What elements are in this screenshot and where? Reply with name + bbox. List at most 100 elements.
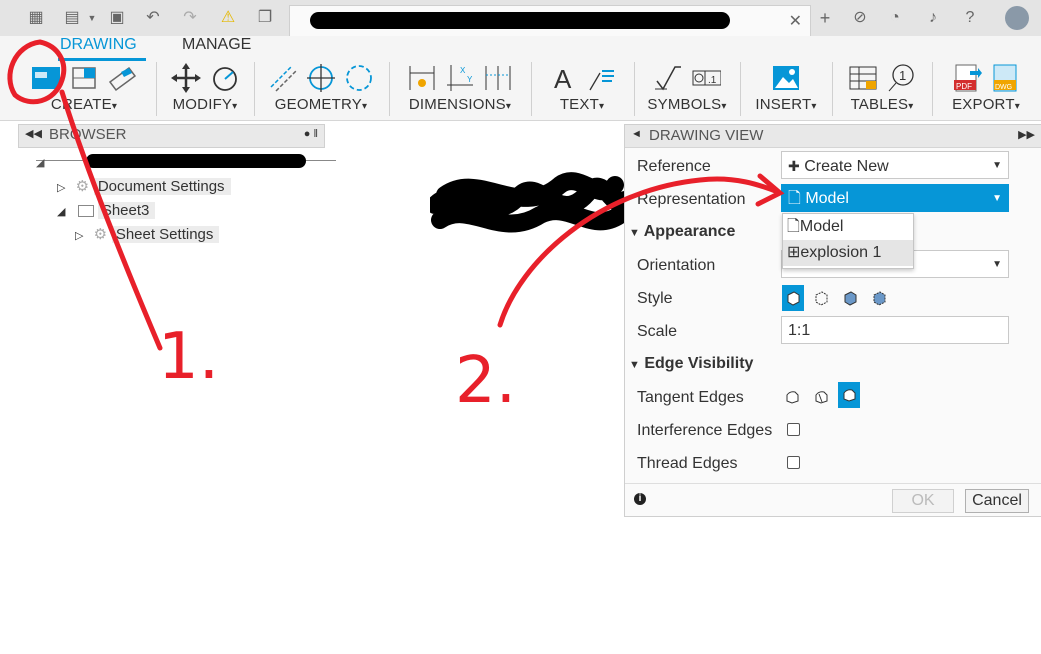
cancel-button[interactable]: Cancel: [965, 489, 1029, 513]
style-shaded-hidden-edges-icon[interactable]: [869, 287, 889, 309]
plus-icon: ✚: [788, 158, 800, 174]
drawing-view-panel: ◄ DRAWING VIEW ▶▶ Reference ✚ Create New…: [624, 124, 1041, 517]
ordinate-dimension-icon[interactable]: XY: [445, 63, 475, 93]
chevron-down-icon: ▾: [111, 101, 118, 112]
edge-visibility-section[interactable]: ▼ Edge Visibility: [629, 355, 753, 373]
svg-text:Y: Y: [467, 75, 473, 84]
svg-text:PDF: PDF: [956, 82, 972, 91]
user-avatar[interactable]: [1005, 6, 1029, 30]
group-modify[interactable]: MODIFY▾: [160, 60, 250, 118]
representation-label: Representation: [637, 191, 746, 208]
style-visible-edges-icon[interactable]: [782, 285, 804, 311]
model-icon: 🗋: [788, 190, 801, 207]
expand-triangle-icon[interactable]: ▷: [75, 230, 83, 242]
info-icon[interactable]: i: [634, 493, 646, 505]
leader-icon[interactable]: [586, 63, 616, 93]
expand-triangle-icon[interactable]: ▷: [57, 182, 65, 194]
group-insert[interactable]: INSERT▾: [744, 60, 828, 118]
scale-input[interactable]: 1:1: [781, 316, 1009, 344]
section-view-icon[interactable]: [107, 63, 137, 93]
document-tab[interactable]: ✕: [289, 5, 811, 37]
move-icon[interactable]: [171, 63, 201, 93]
option-model[interactable]: 🗋Model: [783, 214, 913, 240]
chevron-down-icon: ▾: [1014, 101, 1020, 112]
tangent-full-icon[interactable]: [811, 386, 831, 408]
collapse-left-icon[interactable]: ◀◀: [25, 127, 42, 140]
gear-icon: ⚙: [75, 178, 90, 195]
option-explosion-1[interactable]: ⊞explosion 1: [783, 240, 913, 266]
appearance-label: Appearance: [643, 223, 736, 240]
tree-item-sheet3[interactable]: ◢ Sheet3: [57, 201, 156, 221]
extensions-icon[interactable]: ⊘: [850, 8, 870, 28]
close-icon[interactable]: ✕: [789, 11, 802, 31]
export-pdf-icon[interactable]: PDF: [952, 63, 982, 93]
feature-control-frame-icon[interactable]: .1: [691, 63, 721, 93]
browser-header[interactable]: ◀◀ BROWSER ● ‖: [18, 124, 325, 148]
representation-dropdown[interactable]: 🗋 Model ▼: [781, 184, 1009, 212]
group-export[interactable]: PDF DWG EXPORT▾: [936, 60, 1036, 118]
group-tables[interactable]: 1 TABLES▾: [836, 60, 928, 118]
group-create[interactable]: CREATE▾: [16, 60, 152, 118]
file-icon[interactable]: ▤: [62, 8, 82, 28]
appearance-section[interactable]: ▼ Appearance: [629, 223, 735, 241]
insert-image-icon[interactable]: [771, 63, 801, 93]
collapse-triangle-icon[interactable]: ◢: [57, 206, 65, 218]
group-label: SYMBOLS: [647, 96, 722, 113]
warning-icon[interactable]: ⚠: [218, 8, 238, 28]
thread-edges-checkbox[interactable]: [787, 456, 800, 469]
save-icon[interactable]: ▣: [107, 8, 127, 28]
tangent-off-icon[interactable]: [782, 386, 802, 408]
reference-dropdown[interactable]: ✚ Create New ▼: [781, 151, 1009, 179]
representation-options-list[interactable]: 🗋Model ⊞explosion 1: [782, 213, 914, 269]
collapse-triangle-icon[interactable]: ▼: [629, 227, 640, 239]
text-icon[interactable]: A: [548, 63, 578, 93]
tangent-shortened-icon[interactable]: [838, 382, 860, 408]
grid-menu-icon[interactable]: ▦: [26, 8, 46, 28]
export-dwg-icon[interactable]: DWG: [990, 63, 1020, 93]
redo-icon[interactable]: ↷: [180, 8, 200, 28]
style-label: Style: [637, 290, 673, 307]
table-icon[interactable]: [848, 63, 878, 93]
tree-item-document-settings[interactable]: ▷ ⚙ Document Settings: [57, 177, 231, 197]
collapse-triangle-icon[interactable]: ▼: [629, 359, 640, 371]
style-shaded-icon[interactable]: [840, 287, 860, 309]
group-geometry[interactable]: GEOMETRY▾: [258, 60, 384, 118]
projected-view-icon[interactable]: [69, 63, 99, 93]
chevron-down-icon: ▾: [598, 101, 605, 112]
collapse-icon[interactable]: ◄: [631, 128, 642, 140]
centerline-icon[interactable]: [268, 63, 298, 93]
divider: [634, 62, 635, 116]
group-label: MODIFY: [172, 96, 233, 113]
rotate-icon[interactable]: [209, 63, 239, 93]
panel-header[interactable]: ◄ DRAWING VIEW ▶▶: [625, 125, 1041, 148]
browser-title: BROWSER: [49, 126, 127, 143]
tab-manage[interactable]: MANAGE: [182, 36, 251, 54]
documents-icon[interactable]: ❐: [255, 8, 275, 28]
base-view-icon[interactable]: [31, 63, 61, 93]
pin-icon[interactable]: ● ‖: [304, 128, 318, 140]
style-hidden-edges-icon[interactable]: [811, 287, 831, 309]
group-symbols[interactable]: .1 SYMBOLS▾: [638, 60, 736, 118]
tab-drawing[interactable]: DRAWING: [60, 36, 137, 54]
expand-right-icon[interactable]: ▶▶: [1018, 128, 1035, 141]
undo-icon[interactable]: ↶: [143, 8, 163, 28]
ok-button[interactable]: OK: [892, 489, 954, 513]
center-mark-icon[interactable]: [306, 63, 336, 93]
interference-edges-checkbox[interactable]: [787, 423, 800, 436]
collapse-triangle-icon[interactable]: ◢: [36, 156, 44, 169]
balloon-icon[interactable]: 1: [886, 63, 916, 93]
job-status-icon[interactable]: ◔: [885, 8, 905, 28]
dimension-icon[interactable]: [407, 63, 437, 93]
help-icon[interactable]: ?: [960, 8, 980, 28]
chevron-down-icon[interactable]: ▼: [82, 8, 102, 28]
center-mark-pattern-icon[interactable]: [344, 63, 374, 93]
group-dimensions[interactable]: XY DIMENSIONS▾: [394, 60, 526, 118]
group-text[interactable]: A TEXT▾: [536, 60, 628, 118]
new-tab-plus-icon[interactable]: +: [815, 8, 835, 28]
ribbon: DRAWING MANAGE CREATE▾ MODIFY▾ GEOMETRY▾…: [0, 36, 1041, 121]
baseline-dimension-icon[interactable]: [483, 63, 513, 93]
notifications-bell-icon[interactable]: ♪: [923, 8, 943, 28]
chevron-down-icon: ▾: [505, 101, 512, 112]
tree-item-sheet-settings[interactable]: ▷ ⚙ Sheet Settings: [75, 225, 220, 245]
surface-texture-icon[interactable]: [653, 63, 683, 93]
